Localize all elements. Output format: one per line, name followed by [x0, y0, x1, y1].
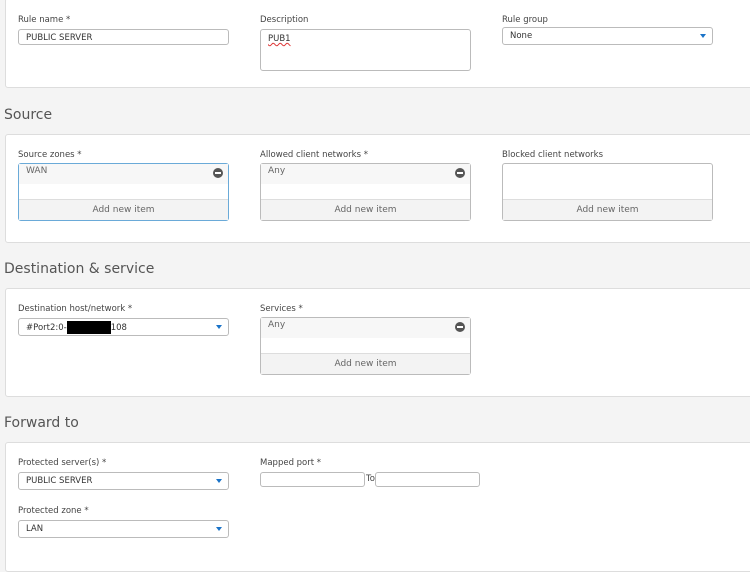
redacted-block [66, 321, 111, 334]
destination-host-select[interactable]: #Port2:0- 108 [18, 318, 229, 336]
zone-value: LAN [26, 524, 44, 534]
chevron-down-icon [700, 34, 706, 38]
rule-name-input[interactable]: PUBLIC SERVER [18, 29, 229, 45]
allowed-networks-label: Allowed client networks * [260, 150, 368, 160]
rule-group-label: Rule group [502, 15, 548, 25]
destination-heading: Destination & service [4, 261, 155, 277]
source-zones-list[interactable]: WAN Add new item [18, 163, 229, 221]
forward-panel [5, 442, 750, 572]
chevron-down-icon [216, 479, 222, 483]
servers-value: PUBLIC SERVER [26, 476, 93, 486]
chevron-down-icon [216, 527, 222, 531]
source-zones-label: Source zones * [18, 150, 82, 160]
mapped-port-from-input[interactable] [260, 472, 365, 487]
destination-host-label: Destination host/network * [18, 304, 133, 314]
protected-zone-select[interactable]: LAN [18, 520, 229, 538]
add-new-item-button[interactable]: Add new item [261, 199, 470, 220]
host-value-prefix: #Port2:0- [26, 323, 67, 333]
services-label: Services * [260, 304, 303, 314]
add-new-item-button[interactable]: Add new item [261, 353, 470, 374]
item-label: Any [268, 320, 286, 330]
add-new-item-button[interactable]: Add new item [503, 199, 712, 220]
mapped-port-label: Mapped port * [260, 458, 322, 468]
forward-heading: Forward to [4, 415, 79, 431]
mapped-port-to-input[interactable] [375, 472, 480, 487]
description-label: Description [260, 15, 309, 25]
list-item: WAN [19, 164, 228, 184]
rule-group-select[interactable]: None [502, 27, 713, 45]
remove-icon[interactable] [455, 168, 465, 178]
item-label: Any [268, 166, 286, 176]
list-item: Any [261, 164, 470, 184]
source-heading: Source [4, 107, 53, 123]
to-label: To [366, 474, 375, 484]
blocked-networks-list[interactable]: Add new item [502, 163, 713, 221]
remove-icon[interactable] [455, 322, 465, 332]
protected-servers-select[interactable]: PUBLIC SERVER [18, 472, 229, 490]
allowed-networks-list[interactable]: Any Add new item [260, 163, 471, 221]
description-text: PUB1 [268, 34, 291, 44]
rule-name-label: Rule name * [18, 15, 71, 25]
item-label: WAN [26, 166, 48, 176]
chevron-down-icon [216, 325, 222, 329]
protected-zone-label: Protected zone * [18, 506, 89, 516]
remove-icon[interactable] [213, 168, 223, 178]
host-value-suffix: 108 [110, 323, 127, 333]
description-textarea[interactable]: PUB1 [260, 29, 471, 71]
services-list[interactable]: Any Add new item [260, 317, 471, 375]
add-new-item-button[interactable]: Add new item [19, 199, 228, 220]
protected-servers-label: Protected server(s) * [18, 458, 107, 468]
blocked-networks-label: Blocked client networks [502, 150, 604, 160]
rule-group-value: None [510, 31, 533, 41]
list-item: Any [261, 318, 470, 338]
